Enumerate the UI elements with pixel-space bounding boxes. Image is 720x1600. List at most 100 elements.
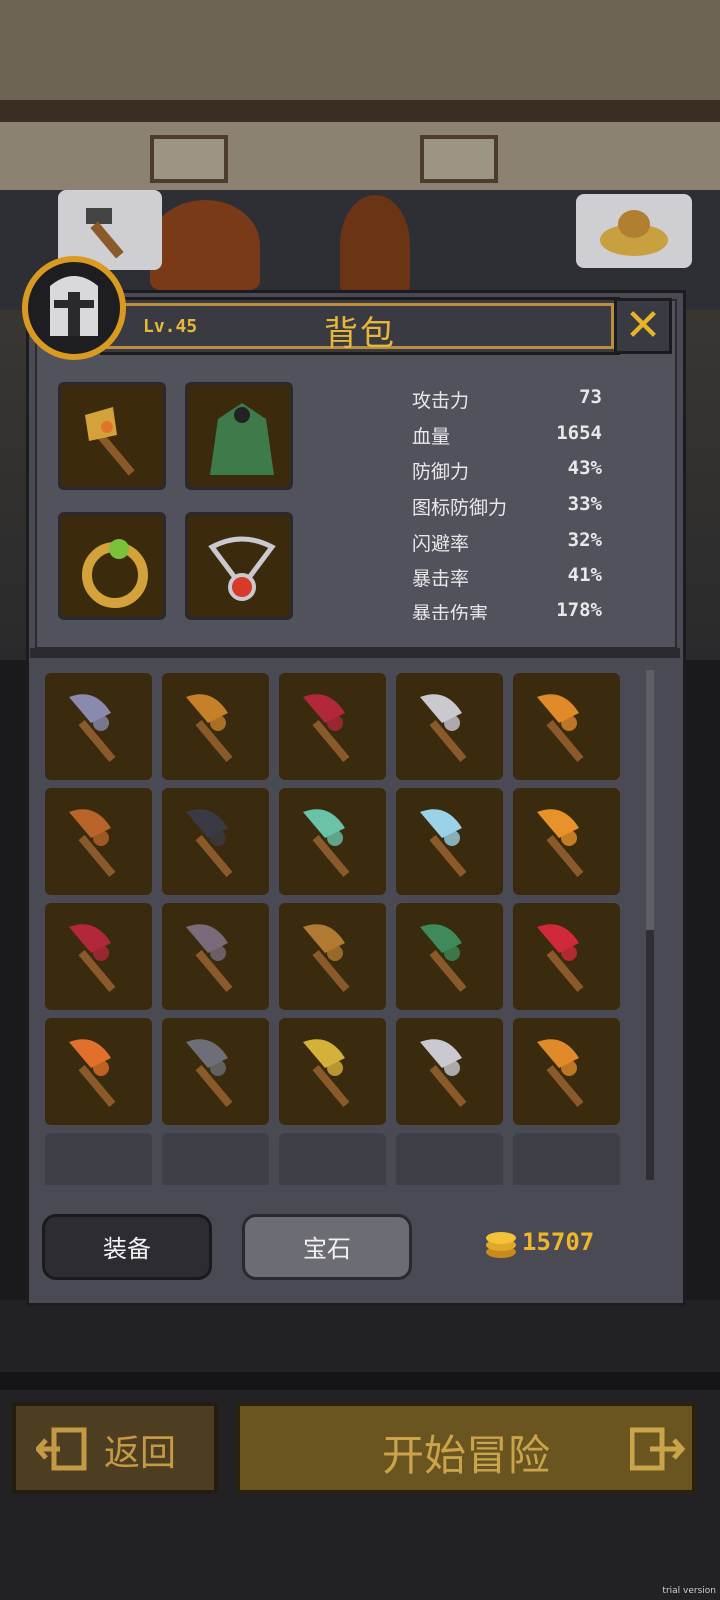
watermark: trial version [662,1586,716,1596]
loot-bag-bubble[interactable] [576,194,692,268]
double-axe-icon [420,1039,467,1107]
inventory-slot[interactable] [45,673,152,780]
inventory-slot[interactable] [162,788,269,895]
equipped-weapon-slot[interactable] [58,382,166,490]
stat-name: 防御力 [412,461,470,483]
double-axe-icon [420,694,467,762]
grey-coat-icon [186,1039,233,1107]
red-gem-amulet-icon [208,536,276,601]
inventory-slot-empty[interactable] [513,1133,620,1185]
golden-axe-icon [85,407,135,476]
equipped-armor-slot[interactable] [185,382,293,490]
coin-bag-icon [600,210,668,256]
flame-ring-icon [69,1039,116,1107]
window [150,135,228,183]
inventory-slot[interactable] [162,673,269,780]
inventory-slot[interactable] [279,673,386,780]
section-divider [30,648,680,658]
window [420,135,498,183]
stat-name: 暴击率 [412,568,470,590]
tab-gems[interactable]: 宝石 [242,1214,412,1280]
stat-value: 43% [567,457,602,479]
beam [0,100,720,122]
inventory-slot[interactable] [396,788,503,895]
inventory-slot[interactable] [513,903,620,1010]
shadow-armor-icon [186,924,233,992]
stat-row: 防御力 43% [412,457,602,487]
stat-value: 33% [567,493,602,515]
inventory-slot[interactable] [45,903,152,1010]
enter-icon [630,1427,686,1471]
inventory-slot[interactable] [45,788,152,895]
stat-value: 32% [567,529,602,551]
inventory-slot[interactable] [513,673,620,780]
ice-axe-icon [420,809,467,877]
stat-row: 血量 1654 [412,422,602,452]
stat-name: 闪避率 [412,533,470,555]
basket-armor-icon [303,924,350,992]
stat-value: 178% [556,599,602,620]
inventory-slot-empty[interactable] [396,1133,503,1185]
roof [0,0,720,110]
inventory-slot[interactable] [45,1018,152,1125]
equipped-amulet-slot[interactable] [185,512,293,620]
start-label: 开始冒险 [381,1431,550,1480]
inventory-slot-empty[interactable] [279,1133,386,1185]
flame-axe-icon [537,809,584,877]
inventory-grid[interactable] [40,665,640,1185]
hooded-npc [340,195,410,295]
stat-row: 闪避率 32% [412,529,602,559]
gold-pickaxe-icon [303,1039,350,1107]
stat-row: 攻击力 73 [412,386,602,416]
knight-helmet-icon [50,276,98,336]
equipped-ring-slot[interactable] [58,512,166,620]
inventory-slot[interactable] [162,903,269,1010]
tab-equipment[interactable]: 装备 [42,1214,212,1280]
stat-row: 暴击率 41% [412,564,602,594]
player-avatar[interactable] [22,256,126,360]
green-cloak-icon [210,403,274,475]
green-tunic-icon [420,924,467,992]
inventory-slot[interactable] [279,788,386,895]
scroll-thumb[interactable] [646,670,654,930]
stat-row: 暴击伤害 178% [412,599,602,620]
cauldron [150,200,260,290]
ruby-ring-icon [69,694,116,762]
close-button[interactable]: ✕ [614,298,672,354]
page-title: 背包 [324,314,396,354]
stats-list: 攻击力 73 血量 1654 防御力 43% 图标防御力 33% 闪避率 32%… [400,380,620,620]
stat-name: 暴击伤害 [412,603,489,620]
inventory-slot[interactable] [279,1018,386,1125]
stat-value: 1654 [556,422,602,444]
crimson-pickaxe-icon [69,924,116,992]
stat-value: 73 [579,386,602,408]
back-button[interactable]: 返回 [12,1402,218,1494]
inventory-slot[interactable] [162,1018,269,1125]
inventory-slot[interactable] [396,903,503,1010]
teal-axe-icon [303,809,350,877]
inventory-slot[interactable] [279,903,386,1010]
back-label: 返回 [104,1433,177,1474]
gold-ring-icon [82,539,148,608]
inventory-slot[interactable] [513,788,620,895]
stat-name: 图标防御力 [412,497,508,519]
orange-axe-icon [537,1039,584,1107]
inventory-slot[interactable] [396,1018,503,1125]
x-icon: ✕ [624,300,662,351]
inventory-slot[interactable] [513,1018,620,1125]
inventory-slot-empty[interactable] [45,1133,152,1185]
coin-stack-icon [486,1232,516,1258]
stat-value: 41% [567,564,602,586]
inventory-slot[interactable] [396,673,503,780]
dark-armor-icon [186,809,233,877]
stat-row: 图标防御力 33% [412,493,602,523]
bronze-amulet-icon [186,694,233,762]
orange-axe-icon [537,694,584,762]
start-adventure-button[interactable]: 开始冒险 [236,1402,696,1494]
wall [0,122,720,192]
crescent-axe-icon [69,809,116,877]
inventory-slot-empty[interactable] [162,1133,269,1185]
stat-name: 血量 [412,426,451,448]
rose-ring-icon [537,924,584,992]
exit-icon [36,1427,87,1471]
